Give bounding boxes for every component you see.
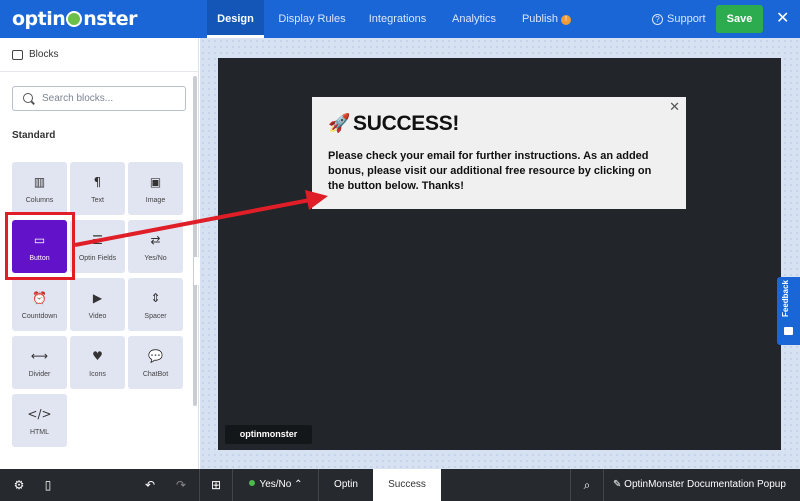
undo-icon[interactable]: ↶ [142,469,158,501]
video-camera-icon: ▶ [92,291,103,305]
search-placeholder: Search blocks... [42,93,114,104]
block-icons[interactable]: ♥ Icons [70,336,125,389]
save-button[interactable]: Save [716,5,763,33]
block-label: Yes/No [144,255,167,262]
view-toggle-label: Yes/No [259,479,292,490]
optinmonster-logo[interactable]: optin nster [12,8,137,30]
block-label: Optin Fields [78,255,117,262]
search-blocks-input[interactable]: Search blocks... [12,86,186,111]
section-label-standard: Standard [12,130,56,141]
block-label: Divider [28,371,51,378]
alarm-clock-icon: ⏰ [32,291,47,305]
popup-close-icon[interactable]: ✕ [669,99,680,115]
block-spacer[interactable]: ⇕ Spacer [128,278,183,331]
block-label: Columns [25,197,54,204]
block-yes-no[interactable]: ⇄ Yes/No [128,220,183,273]
logo-text-start: optin [12,8,66,30]
support-label: Support [667,13,706,25]
top-navigation-bar: optin nster Design Display Rules Integrat… [0,0,800,38]
chat-icon: 💬 [148,349,163,363]
feedback-tab[interactable]: Feedback [777,277,800,345]
tab-integrations[interactable]: Integrations [360,0,435,38]
sidebar-scrollbar[interactable] [193,76,197,406]
block-label: Video [88,313,107,320]
block-label: Countdown [21,313,58,320]
block-label: ChatBot [142,371,169,378]
save-template-icon[interactable]: ⊞ [208,469,224,501]
sidebar-header: Blocks [0,38,199,72]
pencil-icon: ✎ [613,479,625,490]
sidebar-title: Blocks [29,49,59,60]
search-icon [23,93,33,103]
heart-icon: ♥ [92,349,103,363]
settings-gear-icon[interactable]: ⚙ [10,469,28,501]
block-countdown[interactable]: ⏰ Countdown [12,278,67,331]
mobile-preview-icon[interactable]: ▯ [40,469,56,501]
tab-publish-label: Publish [521,13,559,25]
code-icon: </> [27,407,52,421]
support-link[interactable]: ? Support [652,0,706,38]
feedback-chat-icon [784,327,793,335]
block-label: Text [91,197,104,204]
block-divider[interactable]: ⟷ Divider [12,336,67,389]
block-columns[interactable]: ▥ Columns [12,162,67,215]
logo-text-end: nster [83,8,137,30]
spacer-icon: ⇕ [150,291,161,305]
preview-branding-logo: optinmonster [225,425,312,444]
optin-fields-icon: ☰ [92,233,103,247]
block-chatbot[interactable]: 💬 ChatBot [128,336,183,389]
bottom-toolbar: ⚙ ▯ ↶ ↷ ⊞ Yes/No ⌃ Optin Success ⌕ ✎ Opt… [0,469,800,501]
block-label: Spacer [144,313,167,320]
yes-no-icon: ⇄ [150,233,161,247]
block-image[interactable]: ▣ Image [128,162,183,215]
toolbar-divider [232,469,233,501]
tab-publish[interactable]: Publish! [514,0,579,38]
monster-mascot-icon [66,11,83,27]
toolbar-divider [199,469,200,501]
question-circle-icon: ? [652,14,663,25]
publish-alert-badge: ! [561,15,572,25]
tab-analytics[interactable]: Analytics [444,0,504,38]
block-label: HTML [29,429,50,436]
block-label: Image [145,197,166,204]
annotation-highlight-box [5,212,75,280]
search-icon[interactable]: ⌕ [580,469,594,501]
columns-icon: ▥ [33,175,46,189]
tab-display-rules[interactable]: Display Rules [272,0,352,38]
redo-icon[interactable]: ↷ [173,469,189,501]
campaign-title[interactable]: ✎ OptinMonster Documentation Popup [613,469,786,501]
paragraph-icon: ¶ [93,175,102,189]
close-builder-icon[interactable]: ✕ [776,9,789,29]
toolbar-divider [570,469,571,501]
toolbar-divider [603,469,604,501]
blocks-icon [12,50,23,60]
block-text[interactable]: ¶ Text [70,162,125,215]
block-optin-fields[interactable]: ☰ Optin Fields [70,220,125,273]
popup-title[interactable]: SUCCESS! [353,112,459,136]
yes-no-view-toggle[interactable]: Yes/No ⌃ [240,469,312,501]
divider-icon: ⟷ [30,349,49,363]
tab-design[interactable]: Design [207,0,264,38]
status-dot [249,480,256,486]
feedback-label: Feedback [781,280,790,317]
block-html[interactable]: </> HTML [12,394,67,447]
image-icon: ▣ [149,175,162,189]
rocket-icon: 🚀 [328,113,351,134]
campaign-title-label: OptinMonster Documentation Popup [624,479,786,490]
popup-message[interactable]: Please check your email for further inst… [328,149,668,194]
tab-success[interactable]: Success [373,469,441,501]
block-label: Icons [89,371,106,378]
block-video[interactable]: ▶ Video [70,278,125,331]
success-popup[interactable]: ✕ 🚀 SUCCESS! Please check your email for… [312,97,686,209]
tab-optin[interactable]: Optin [319,469,373,501]
